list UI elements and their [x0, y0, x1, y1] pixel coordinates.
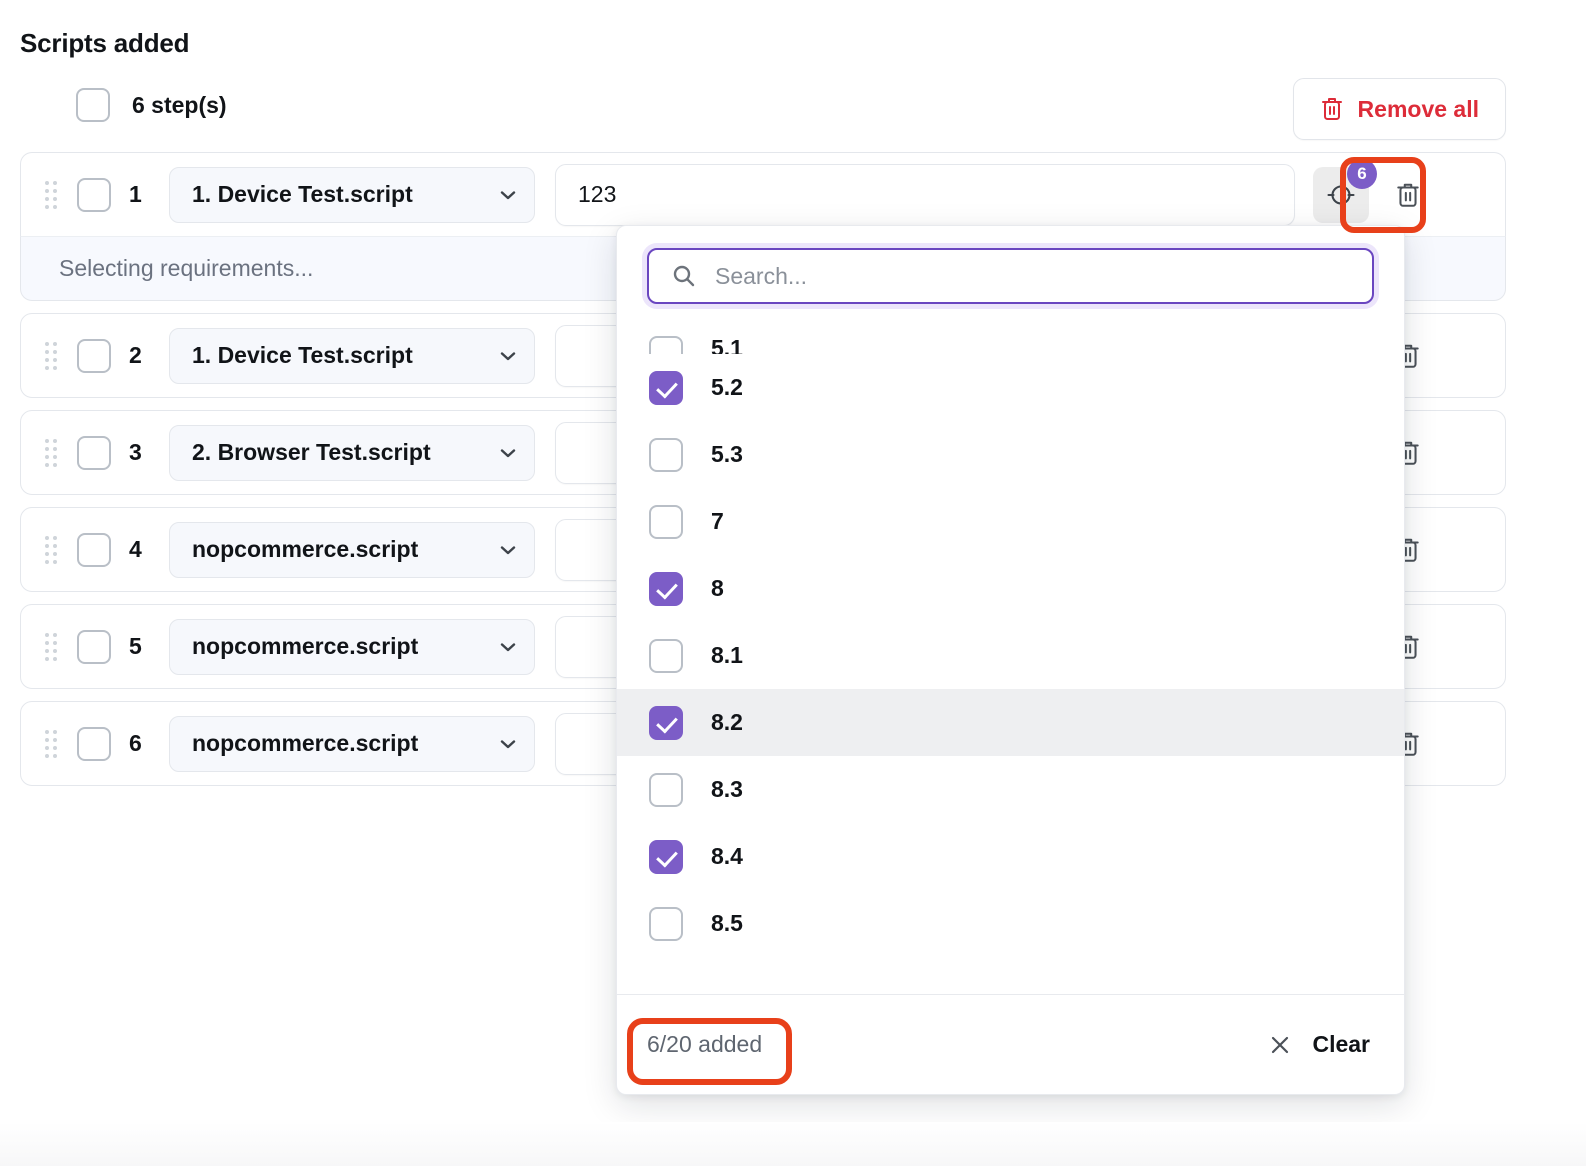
script-select-value: 1. Device Test.script: [192, 342, 413, 368]
option-label: 5.3: [711, 441, 743, 467]
dropdown-search-area: [617, 226, 1404, 318]
remove-all-label: Remove all: [1357, 95, 1479, 122]
option-label: 8.4: [711, 843, 743, 869]
requirements-dropdown-panel: 5.1 5.2 5.3 7 8 8.1: [616, 225, 1405, 1095]
chevron-down-icon: [498, 540, 518, 560]
script-select-value: 2. Browser Test.script: [192, 439, 431, 465]
row-index: 4: [129, 536, 142, 562]
clear-button[interactable]: Clear: [1268, 1031, 1370, 1058]
added-count-label: 6/20 added: [647, 1031, 763, 1057]
delete-row-button[interactable]: [1389, 176, 1427, 214]
option-label: 5.1: [711, 335, 743, 354]
trash-icon: [1397, 183, 1419, 207]
row-checkbox[interactable]: [77, 338, 111, 373]
drag-handle-icon[interactable]: [45, 632, 57, 662]
search-input[interactable]: [713, 261, 1372, 291]
scripts-added-panel: Scripts added 6 step(s) Remove all 1 1. …: [0, 0, 1586, 1166]
option-checkbox[interactable]: [649, 336, 683, 354]
chevron-down-icon: [498, 185, 518, 205]
list-item[interactable]: 8.2: [617, 689, 1404, 756]
dropdown-footer: 6/20 added Clear: [617, 994, 1404, 1094]
script-select[interactable]: 1. Device Test.script: [169, 166, 535, 223]
steps-count-label: 6 step(s): [132, 91, 227, 118]
list-item[interactable]: 7: [617, 488, 1404, 555]
row-checkbox[interactable]: [77, 435, 111, 470]
list-item[interactable]: 5.1: [617, 318, 1404, 354]
select-all-steps-checkbox[interactable]: [76, 88, 110, 122]
clear-label: Clear: [1312, 1031, 1370, 1057]
remove-all-button[interactable]: Remove all: [1292, 78, 1506, 140]
drag-handle-icon[interactable]: [45, 180, 57, 210]
requirements-count-badge: 6: [1347, 158, 1377, 189]
chevron-down-icon: [498, 637, 518, 657]
list-item[interactable]: 5.2: [617, 354, 1404, 421]
row-index: 2: [129, 342, 142, 368]
script-select-value: nopcommerce.script: [192, 633, 419, 659]
option-checkbox[interactable]: [649, 772, 683, 807]
script-select[interactable]: 2. Browser Test.script: [169, 424, 535, 481]
chevron-down-icon: [498, 346, 518, 366]
row-checkbox[interactable]: [77, 177, 111, 212]
option-checkbox[interactable]: [649, 638, 683, 673]
requirement-text-input[interactable]: 123: [555, 163, 1295, 226]
list-item[interactable]: 8: [617, 555, 1404, 622]
option-checkbox[interactable]: [649, 370, 683, 405]
option-checkbox[interactable]: [649, 571, 683, 606]
drag-handle-icon[interactable]: [45, 729, 57, 759]
drag-handle-icon[interactable]: [45, 438, 57, 468]
script-select[interactable]: 1. Device Test.script: [169, 327, 535, 384]
search-icon: [671, 263, 697, 289]
search-field-wrapper[interactable]: [647, 248, 1374, 304]
option-label: 8: [711, 575, 724, 601]
option-label: 8.5: [711, 910, 743, 936]
row-index: 5: [129, 633, 142, 659]
row-checkbox[interactable]: [77, 629, 111, 664]
list-item[interactable]: 8.4: [617, 823, 1404, 890]
list-item[interactable]: 8.5: [617, 890, 1404, 957]
script-select-value: nopcommerce.script: [192, 536, 419, 562]
option-checkbox[interactable]: [649, 437, 683, 472]
steps-group: 6 step(s): [76, 88, 227, 122]
list-item[interactable]: 5.3: [617, 421, 1404, 488]
list-item[interactable]: 8.1: [617, 622, 1404, 689]
option-label: 7: [711, 508, 724, 534]
chevron-down-icon: [498, 443, 518, 463]
script-select[interactable]: nopcommerce.script: [169, 618, 535, 675]
row-index: 3: [129, 439, 142, 465]
trash-icon: [1320, 96, 1344, 122]
drag-handle-icon[interactable]: [45, 341, 57, 371]
status-strip-text: Selecting requirements...: [59, 255, 314, 281]
script-select-value: nopcommerce.script: [192, 730, 419, 756]
option-label: 8.3: [711, 776, 743, 802]
select-requirements-button[interactable]: 6: [1313, 158, 1377, 223]
toolbar: 6 step(s) Remove all: [20, 78, 1506, 140]
script-select[interactable]: nopcommerce.script: [169, 521, 535, 578]
script-select[interactable]: nopcommerce.script: [169, 715, 535, 772]
script-select-value: 1. Device Test.script: [192, 181, 413, 207]
requirement-text-value: 123: [578, 181, 617, 207]
option-checkbox[interactable]: [649, 839, 683, 874]
page-title: Scripts added: [20, 28, 190, 58]
requirements-option-list[interactable]: 5.1 5.2 5.3 7 8 8.1 8.2 8.3 8.4 8.5: [617, 318, 1404, 994]
bottom-band: [0, 1122, 1586, 1166]
drag-handle-icon[interactable]: [45, 535, 57, 565]
row-index: 1: [129, 181, 142, 207]
row-checkbox[interactable]: [77, 532, 111, 567]
close-icon: [1268, 1033, 1292, 1057]
option-checkbox[interactable]: [649, 705, 683, 740]
option-checkbox[interactable]: [649, 906, 683, 941]
chevron-down-icon: [498, 734, 518, 754]
option-label: 5.2: [711, 374, 743, 400]
list-item[interactable]: 8.3: [617, 756, 1404, 823]
row-checkbox[interactable]: [77, 726, 111, 761]
row-index: 6: [129, 730, 142, 756]
option-label: 8.2: [711, 709, 743, 735]
option-label: 8.1: [711, 642, 743, 668]
option-checkbox[interactable]: [649, 504, 683, 539]
